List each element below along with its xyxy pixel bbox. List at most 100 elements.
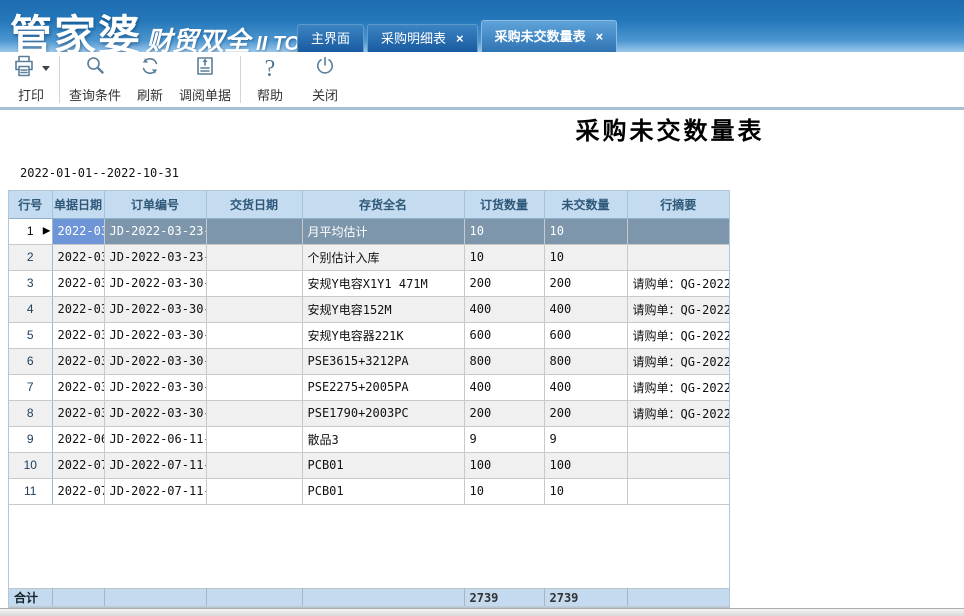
cell-row-summary[interactable]: 请购单：QG-2022-0	[627, 348, 729, 374]
cell-delivery-date[interactable]	[206, 244, 302, 270]
table-row[interactable]: 62022-03-JD-2022-03-30-000PSE3615+3212PA…	[9, 348, 729, 374]
cell-row-summary[interactable]: 请购单：QG-2022-0	[627, 296, 729, 322]
header-item-name[interactable]: 存货全名	[302, 191, 464, 218]
cell-doc-date[interactable]: 2022-07-	[52, 452, 104, 478]
cell-delivery-date[interactable]	[206, 322, 302, 348]
cell-item-name[interactable]: PSE2275+2005PA	[302, 374, 464, 400]
cell-doc-date[interactable]: 2022-03-	[52, 374, 104, 400]
cell-doc-date[interactable]: 2022-03-	[52, 400, 104, 426]
cell-doc-date[interactable]: 2022-03-	[52, 244, 104, 270]
cell-delivery-date[interactable]	[206, 452, 302, 478]
tab-purchase-undelivered[interactable]: 采购未交数量表 ×	[481, 20, 618, 52]
cell-undelivered-qty[interactable]: 100	[544, 452, 627, 478]
help-button[interactable]: ? 帮助	[244, 52, 296, 107]
cell-undelivered-qty[interactable]: 9	[544, 426, 627, 452]
cell-row-no[interactable]: 8	[9, 400, 52, 426]
header-order-no[interactable]: 订单编号	[104, 191, 206, 218]
cell-delivery-date[interactable]	[206, 218, 302, 244]
cell-order-no[interactable]: JD-2022-03-30-000	[104, 374, 206, 400]
table-row[interactable]: 72022-03-JD-2022-03-30-000 PSE2275+2005PA…	[9, 374, 729, 400]
cell-ordered-qty[interactable]: 400	[464, 374, 544, 400]
cell-row-summary[interactable]: 请购单：QG-2022-0	[627, 270, 729, 296]
cell-row-no[interactable]: 11	[9, 478, 52, 504]
cell-item-name[interactable]: 散品3	[302, 426, 464, 452]
tab-purchase-detail[interactable]: 采购明细表 ×	[367, 24, 478, 52]
cell-item-name[interactable]: PCB01	[302, 478, 464, 504]
cell-item-name[interactable]: 个别估计入库	[302, 244, 464, 270]
cell-ordered-qty[interactable]: 600	[464, 322, 544, 348]
cell-undelivered-qty[interactable]: 800	[544, 348, 627, 374]
table-row[interactable]: 102022-07-JD-2022-07-11-000PCB01100100	[9, 452, 729, 478]
cell-order-no[interactable]: JD-2022-03-30-000	[104, 296, 206, 322]
close-button[interactable]: 关闭	[296, 52, 354, 107]
cell-row-summary[interactable]	[627, 426, 729, 452]
cell-order-no[interactable]: JD-2022-06-11-000	[104, 426, 206, 452]
cell-ordered-qty[interactable]: 10	[464, 244, 544, 270]
cell-ordered-qty[interactable]: 200	[464, 270, 544, 296]
cell-delivery-date[interactable]	[206, 400, 302, 426]
cell-row-summary[interactable]: 请购单：QG-2022-0	[627, 322, 729, 348]
cell-undelivered-qty[interactable]: 400	[544, 374, 627, 400]
cell-doc-date[interactable]: 2022-07-	[52, 478, 104, 504]
cell-item-name[interactable]: PSE1790+2003PC	[302, 400, 464, 426]
tab-main-screen[interactable]: 主界面	[297, 24, 364, 52]
cell-undelivered-qty[interactable]: 600	[544, 322, 627, 348]
cell-order-no[interactable]: JD-2022-03-30-000	[104, 348, 206, 374]
cell-item-name[interactable]: 安规Y电容器221K	[302, 322, 464, 348]
query-conditions-button[interactable]: 查询条件	[63, 52, 127, 107]
cell-row-no[interactable]: 6	[9, 348, 52, 374]
table-row[interactable]: 1▶2022-03-JD-2022-03-23-000月平均估计1010	[9, 218, 729, 244]
cell-item-name[interactable]: 安规Y电容152M	[302, 296, 464, 322]
refresh-button[interactable]: 刷新	[127, 52, 173, 107]
cell-item-name[interactable]: PSE3615+3212PA	[302, 348, 464, 374]
cell-ordered-qty[interactable]: 9	[464, 426, 544, 452]
cell-undelivered-qty[interactable]: 10	[544, 244, 627, 270]
header-row-no[interactable]: 行号	[9, 191, 52, 218]
cell-doc-date[interactable]: 2022-06-	[52, 426, 104, 452]
cell-delivery-date[interactable]	[206, 478, 302, 504]
cell-item-name[interactable]: 月平均估计	[302, 218, 464, 244]
close-tab-icon[interactable]: ×	[596, 30, 604, 43]
cell-ordered-qty[interactable]: 10	[464, 218, 544, 244]
cell-ordered-qty[interactable]: 800	[464, 348, 544, 374]
cell-item-name[interactable]: 安规Y电容X1Y1 471M	[302, 270, 464, 296]
cell-undelivered-qty[interactable]: 200	[544, 270, 627, 296]
cell-order-no[interactable]: JD-2022-07-11-000	[104, 478, 206, 504]
cell-row-summary[interactable]	[627, 218, 729, 244]
cell-delivery-date[interactable]	[206, 348, 302, 374]
cell-undelivered-qty[interactable]: 10	[544, 218, 627, 244]
cell-order-no[interactable]: JD-2022-03-30-000	[104, 270, 206, 296]
cell-row-no[interactable]: 5	[9, 322, 52, 348]
cell-order-no[interactable]: JD-2022-03-23-000	[104, 218, 206, 244]
print-dropdown-icon[interactable]	[42, 66, 50, 71]
table-row[interactable]: 42022-03-JD-2022-03-30-000安规Y电容152M40040…	[9, 296, 729, 322]
header-row-summary[interactable]: 行摘要	[627, 191, 729, 218]
cell-doc-date[interactable]: 2022-03-	[52, 322, 104, 348]
cell-order-no[interactable]: JD-2022-07-11-000	[104, 452, 206, 478]
cell-row-no[interactable]: 7	[9, 374, 52, 400]
cell-ordered-qty[interactable]: 200	[464, 400, 544, 426]
cell-ordered-qty[interactable]: 100	[464, 452, 544, 478]
cell-doc-date[interactable]: 2022-03-	[52, 270, 104, 296]
table-row[interactable]: 82022-03-JD-2022-03-30-000 PSE1790+2003PC…	[9, 400, 729, 426]
cell-delivery-date[interactable]	[206, 270, 302, 296]
cell-row-no[interactable]: 10	[9, 452, 52, 478]
cell-ordered-qty[interactable]: 10	[464, 478, 544, 504]
header-undelivered-qty[interactable]: 未交数量	[544, 191, 627, 218]
header-doc-date[interactable]: 单据日期	[52, 191, 104, 218]
cell-order-no[interactable]: JD-2022-03-30-000	[104, 400, 206, 426]
cell-undelivered-qty[interactable]: 400	[544, 296, 627, 322]
cell-doc-date[interactable]: 2022-03-	[52, 218, 104, 244]
header-ordered-qty[interactable]: 订货数量	[464, 191, 544, 218]
table-row[interactable]: 52022-03-JD-2022-03-30-000安规Y电容器221K6006…	[9, 322, 729, 348]
cell-row-summary[interactable]	[627, 478, 729, 504]
cell-delivery-date[interactable]	[206, 374, 302, 400]
cell-row-summary[interactable]: 请购单：QG-2022-0	[627, 400, 729, 426]
header-delivery-date[interactable]: 交货日期	[206, 191, 302, 218]
cell-row-summary[interactable]	[627, 452, 729, 478]
cell-row-no[interactable]: 9	[9, 426, 52, 452]
cell-item-name[interactable]: PCB01	[302, 452, 464, 478]
cell-delivery-date[interactable]	[206, 296, 302, 322]
print-button[interactable]: 打印	[6, 52, 56, 107]
close-tab-icon[interactable]: ×	[456, 32, 464, 45]
